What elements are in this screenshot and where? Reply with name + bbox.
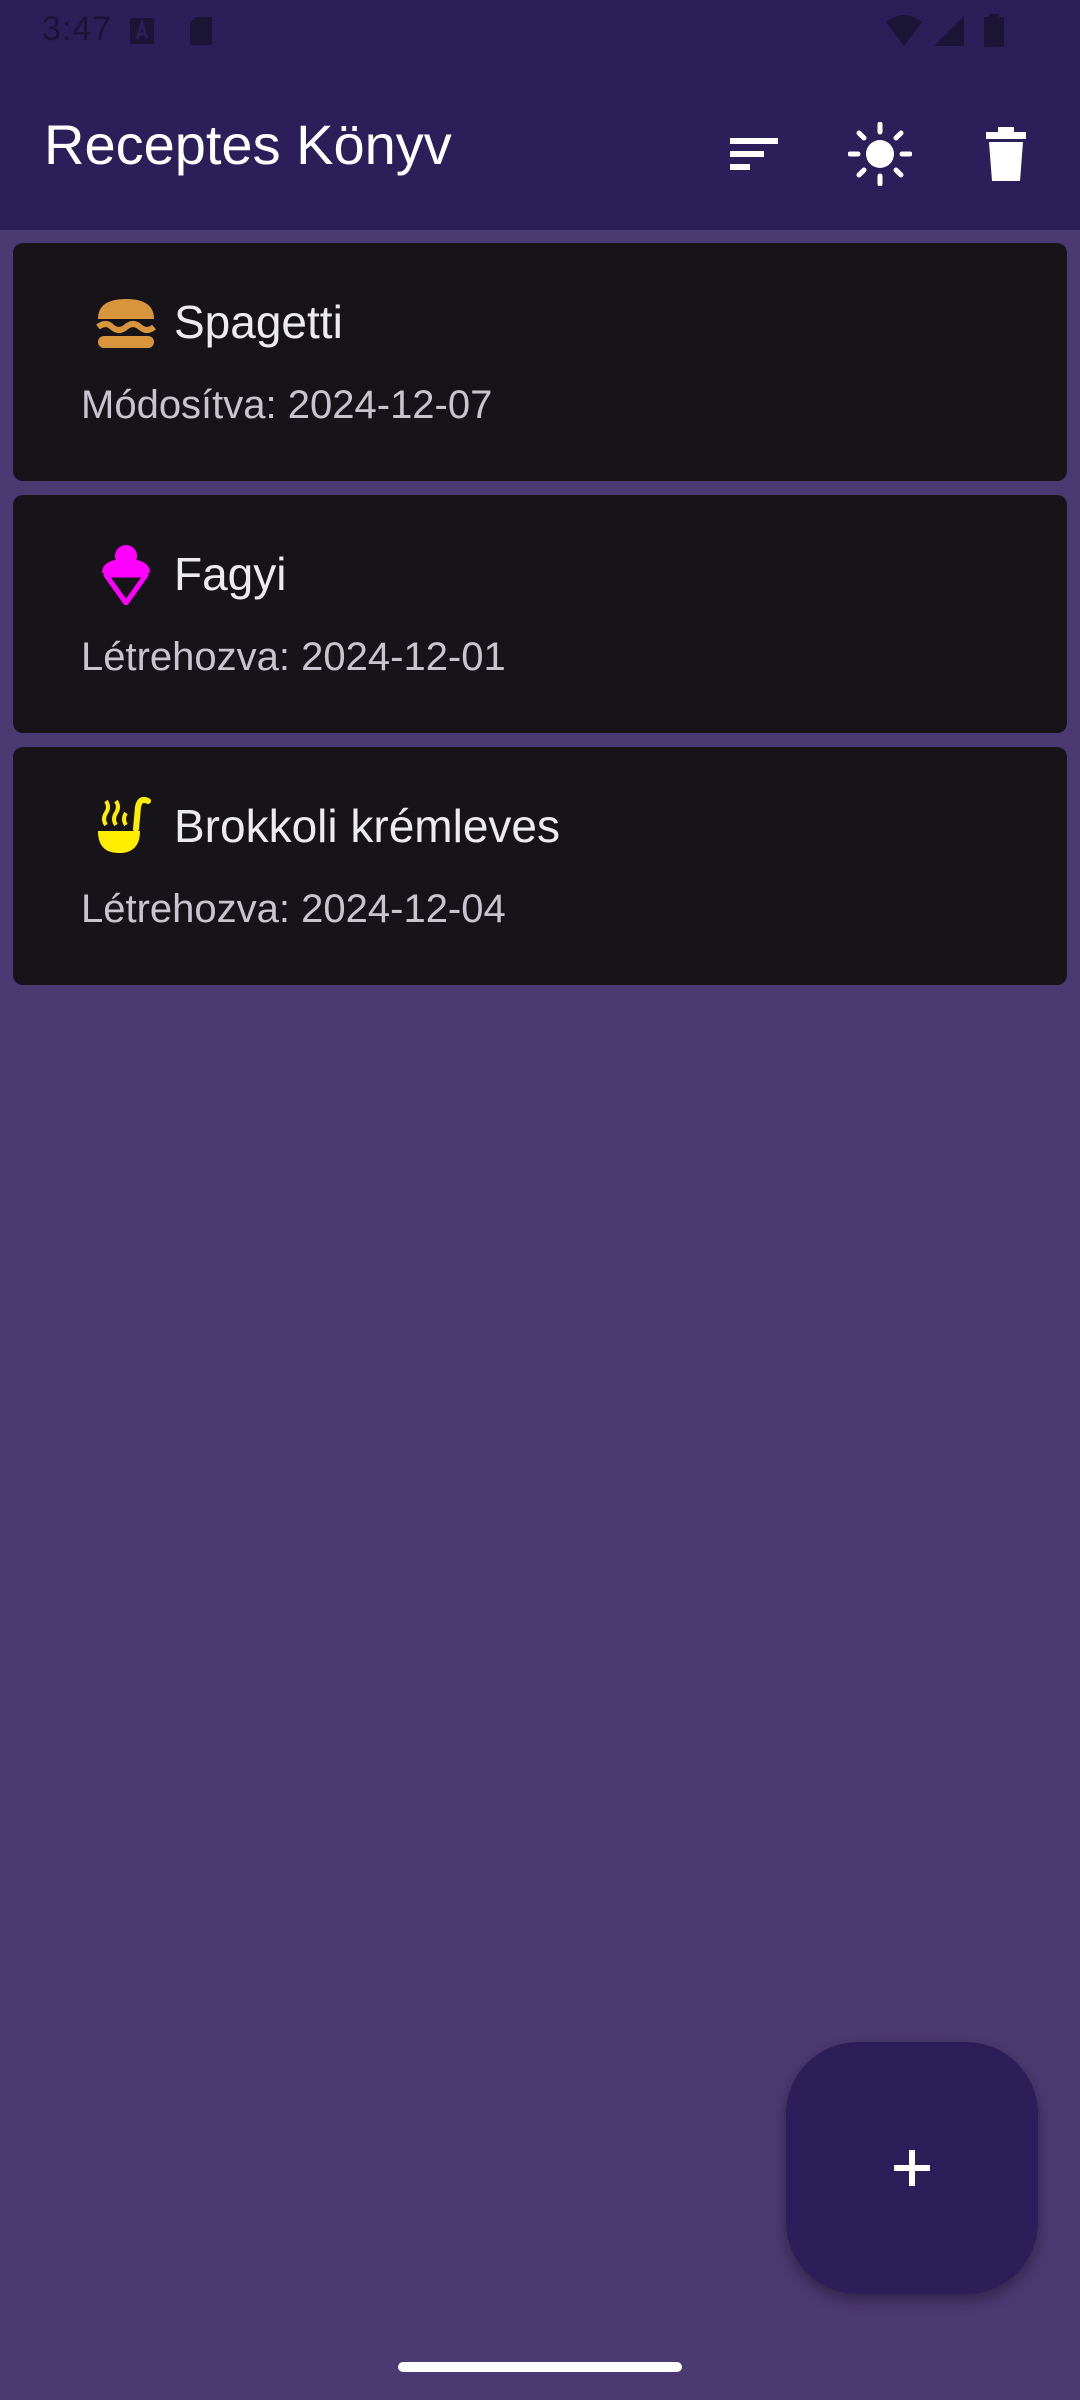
recipe-title: Spagetti: [174, 296, 343, 348]
plus-icon: [894, 2150, 930, 2186]
app-bar: Receptes Könyv: [0, 64, 1080, 230]
recipe-date: Létrehozva: 2024-12-01: [81, 635, 506, 679]
delete-icon: [986, 127, 1026, 181]
add-recipe-button[interactable]: [786, 2042, 1038, 2294]
recipe-date: Létrehozva: 2024-12-04: [81, 887, 506, 931]
soup-ladle-icon: [81, 797, 173, 857]
text-a-icon: [128, 14, 158, 53]
hamburger-icon: [81, 293, 173, 353]
sort-icon: [730, 138, 778, 170]
recipe-title: Fagyi: [174, 548, 287, 600]
home-indicator[interactable]: [398, 2362, 682, 2372]
recipe-list: Spagetti Módosítva: 2024-12-07 Fagyi Lét…: [13, 243, 1067, 999]
status-time: 3:47: [42, 10, 113, 48]
sort-button[interactable]: [704, 104, 804, 204]
brightness-icon: [848, 122, 912, 186]
sd-card-icon: [186, 14, 216, 53]
recipe-date: Módosítva: 2024-12-07: [81, 383, 493, 427]
delete-button[interactable]: [956, 104, 1056, 204]
recipe-card[interactable]: Spagetti Módosítva: 2024-12-07: [13, 243, 1067, 481]
cellular-signal-icon: [932, 14, 966, 53]
app-title: Receptes Könyv: [44, 113, 452, 176]
status-bar: 3:47: [0, 0, 1080, 64]
battery-icon: [982, 14, 1006, 53]
wifi-icon: [884, 14, 924, 53]
recipe-card[interactable]: Fagyi Létrehozva: 2024-12-01: [13, 495, 1067, 733]
recipe-card[interactable]: Brokkoli krémleves Létrehozva: 2024-12-0…: [13, 747, 1067, 985]
theme-toggle-button[interactable]: [830, 104, 930, 204]
recipe-title: Brokkoli krémleves: [174, 800, 560, 852]
ice-cream-icon: [81, 545, 173, 605]
